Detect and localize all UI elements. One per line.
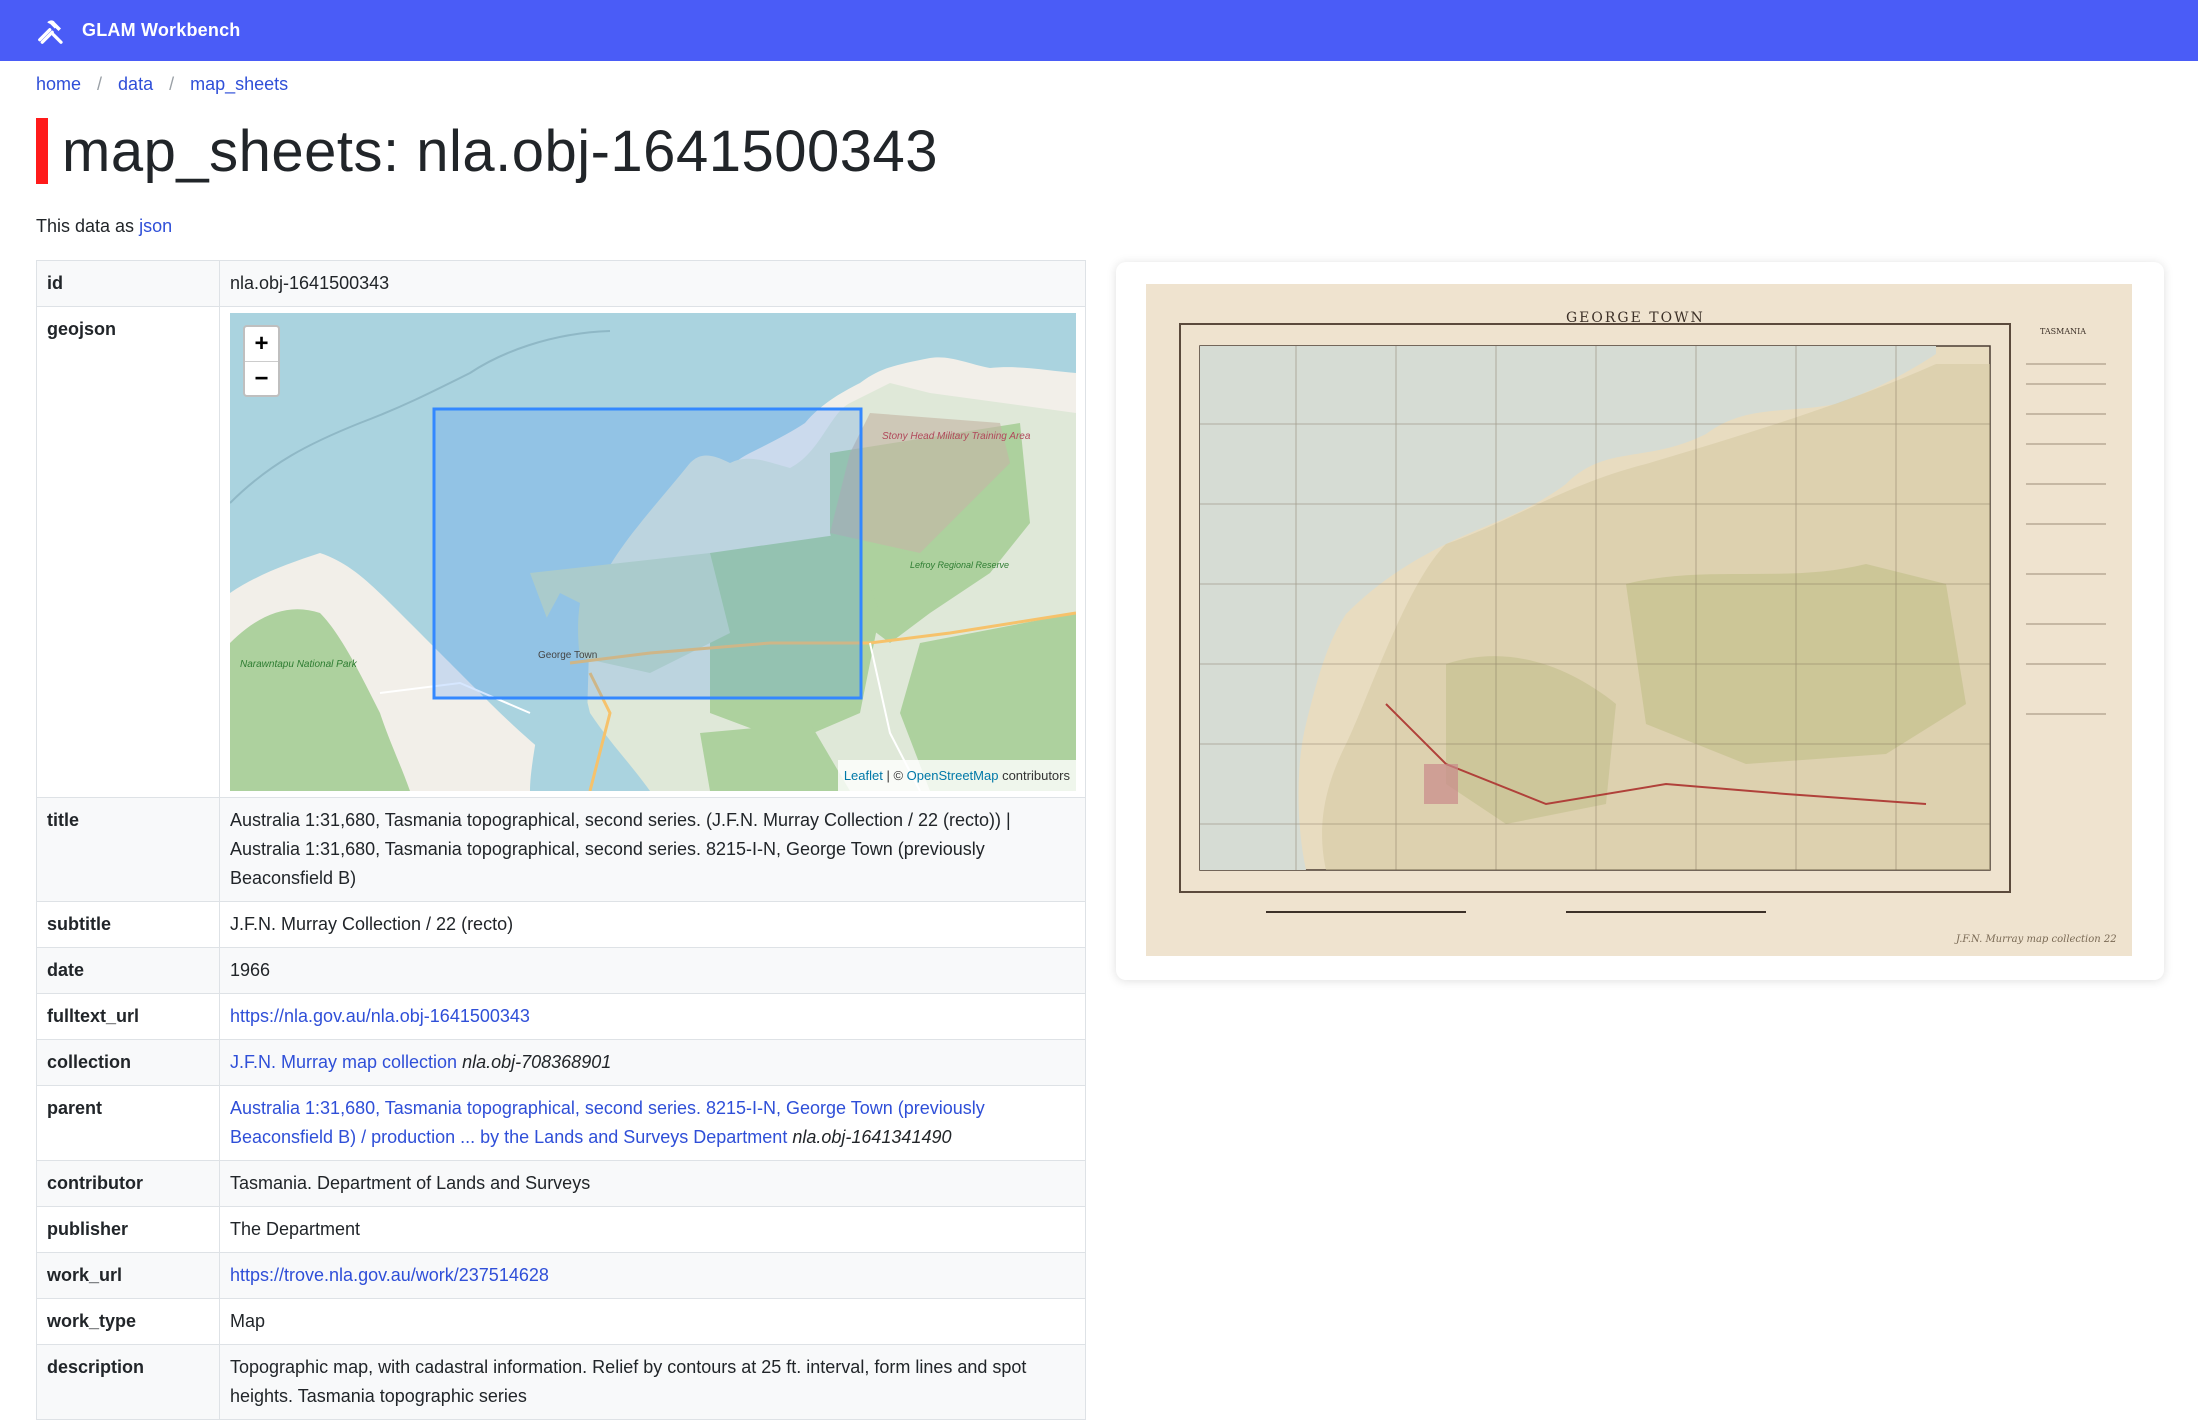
field-key-subtitle: subtitle — [36, 901, 220, 948]
table-row: fulltext_url https://nla.gov.au/nla.obj-… — [36, 993, 1086, 1040]
json-link[interactable]: json — [139, 216, 172, 236]
map-label-lefroy: Lefroy Regional Reserve — [910, 560, 1009, 570]
map-attribution: Leaflet | © OpenStreetMap contributors — [837, 760, 1076, 791]
field-key-geojson: geojson — [36, 306, 220, 798]
map-label-town: George Town — [538, 650, 597, 661]
field-key-description: description — [36, 1344, 220, 1420]
attribution-separator: | © — [882, 768, 907, 783]
work-url-link[interactable]: https://trove.nla.gov.au/work/237514628 — [230, 1265, 549, 1285]
table-row: publisher The Department — [36, 1206, 1086, 1253]
map-scan-image[interactable]: GEORGE TOWN TASMANIA J.F.N. Murray map c… — [1146, 284, 2132, 956]
breadcrumb-map-sheets[interactable]: map_sheets — [190, 74, 288, 95]
field-value-fulltext-url: https://nla.gov.au/nla.obj-1641500343 — [219, 993, 1086, 1040]
field-key-publisher: publisher — [36, 1206, 220, 1253]
breadcrumb-separator: / — [97, 74, 103, 94]
field-key-fulltext-url: fulltext_url — [36, 993, 220, 1040]
field-value-date: 1966 — [219, 947, 1086, 994]
table-row: work_type Map — [36, 1298, 1086, 1345]
field-key-contributor: contributor — [36, 1160, 220, 1207]
zoom-in-button[interactable]: + — [245, 327, 278, 361]
breadcrumb: home / data / map_sheets — [36, 74, 288, 95]
table-row: date 1966 — [36, 947, 1086, 994]
data-export-line: This data as json — [36, 216, 172, 237]
field-value-title: Australia 1:31,680, Tasmania topographic… — [219, 797, 1086, 902]
tools-icon[interactable] — [36, 16, 66, 46]
parent-id: nla.obj-1641341490 — [792, 1127, 952, 1147]
field-value-collection: J.F.N. Murray map collection nla.obj-708… — [219, 1039, 1086, 1086]
breadcrumb-data[interactable]: data — [118, 74, 153, 95]
leaflet-map[interactable]: Stony Head Military Training Area Narawn… — [230, 313, 1076, 791]
record-table: id nla.obj-1641500343 geojson Stony Head… — [36, 260, 1086, 1420]
leaflet-link[interactable]: Leaflet — [844, 768, 883, 783]
table-row: description Topographic map, with cadast… — [36, 1344, 1086, 1420]
field-key-parent: parent — [36, 1085, 220, 1161]
scan-signature: J.F.N. Murray map collection 22 — [1954, 934, 2117, 945]
attribution-suffix: contributors — [998, 768, 1070, 783]
collection-id: nla.obj-708368901 — [462, 1052, 612, 1072]
map-tiles[interactable]: Stony Head Military Training Area Narawn… — [230, 313, 1076, 791]
zoom-control: + − — [243, 325, 280, 397]
field-key-collection: collection — [36, 1039, 220, 1086]
field-key-title: title — [36, 797, 220, 902]
field-value-contributor: Tasmania. Department of Lands and Survey… — [219, 1160, 1086, 1207]
scan-heading: GEORGE TOWN — [1566, 310, 1705, 326]
table-row: title Australia 1:31,680, Tasmania topog… — [36, 797, 1086, 902]
field-value-id: nla.obj-1641500343 — [219, 260, 1086, 307]
field-value-work-type: Map — [219, 1298, 1086, 1345]
page-title: map_sheets: nla.obj-1641500343 — [36, 118, 938, 184]
breadcrumb-separator: / — [169, 74, 175, 94]
table-row: work_url https://trove.nla.gov.au/work/2… — [36, 1252, 1086, 1299]
field-value-publisher: The Department — [219, 1206, 1086, 1253]
osm-link[interactable]: OpenStreetMap — [907, 768, 999, 783]
breadcrumb-home[interactable]: home — [36, 74, 81, 95]
field-key-work-url: work_url — [36, 1252, 220, 1299]
field-value-work-url: https://trove.nla.gov.au/work/237514628 — [219, 1252, 1086, 1299]
collection-link[interactable]: J.F.N. Murray map collection — [230, 1052, 457, 1072]
table-row: collection J.F.N. Murray map collection … — [36, 1039, 1086, 1086]
table-row: geojson Stony Head Military Training Are… — [36, 306, 1086, 798]
brand-link[interactable]: GLAM Workbench — [82, 20, 240, 41]
table-row: parent Australia 1:31,680, Tasmania topo… — [36, 1085, 1086, 1161]
field-key-date: date — [36, 947, 220, 994]
field-key-work-type: work_type — [36, 1298, 220, 1345]
fulltext-url-link[interactable]: https://nla.gov.au/nla.obj-1641500343 — [230, 1006, 530, 1026]
map-label-park: Narawntapu National Park — [240, 659, 358, 670]
data-as-label: This data as — [36, 216, 135, 236]
field-value-description: Topographic map, with cadastral informat… — [219, 1344, 1086, 1420]
zoom-out-button[interactable]: − — [245, 361, 278, 395]
table-row: id nla.obj-1641500343 — [36, 260, 1086, 307]
table-row: contributor Tasmania. Department of Land… — [36, 1160, 1086, 1207]
table-row: subtitle J.F.N. Murray Collection / 22 (… — [36, 901, 1086, 948]
title-accent-bar — [36, 118, 48, 184]
page-title-text: map_sheets: nla.obj-1641500343 — [62, 118, 938, 184]
field-value-parent: Australia 1:31,680, Tasmania topographic… — [219, 1085, 1086, 1161]
field-key-id: id — [36, 260, 220, 307]
field-value-geojson: Stony Head Military Training Area Narawn… — [219, 306, 1086, 798]
scan-legend-title: TASMANIA — [2040, 327, 2086, 336]
field-value-subtitle: J.F.N. Murray Collection / 22 (recto) — [219, 901, 1086, 948]
map-image-card: GEORGE TOWN TASMANIA J.F.N. Murray map c… — [1116, 262, 2164, 980]
top-navbar: GLAM Workbench — [0, 0, 2198, 61]
map-label-military: Stony Head Military Training Area — [882, 431, 1031, 442]
